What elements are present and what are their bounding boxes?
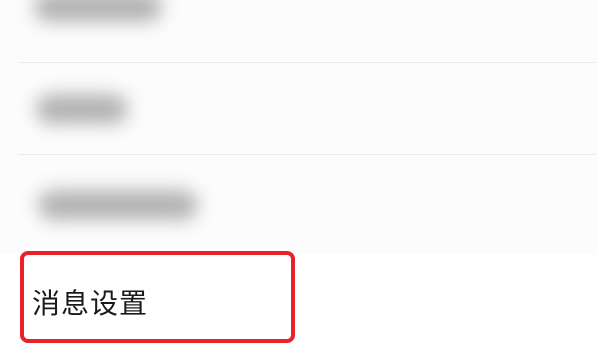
settings-item-blurred-1[interactable] — [0, 0, 597, 62]
blurred-label — [36, 94, 128, 124]
blurred-label — [34, 0, 162, 22]
settings-item-message-settings[interactable]: 消息设置 — [0, 254, 597, 360]
settings-item-blurred-2[interactable] — [0, 62, 597, 154]
settings-item-blurred-3[interactable] — [0, 154, 597, 254]
settings-screen: 消息设置 — [0, 0, 597, 360]
message-settings-label: 消息设置 — [32, 287, 149, 320]
blurred-label — [38, 190, 198, 220]
